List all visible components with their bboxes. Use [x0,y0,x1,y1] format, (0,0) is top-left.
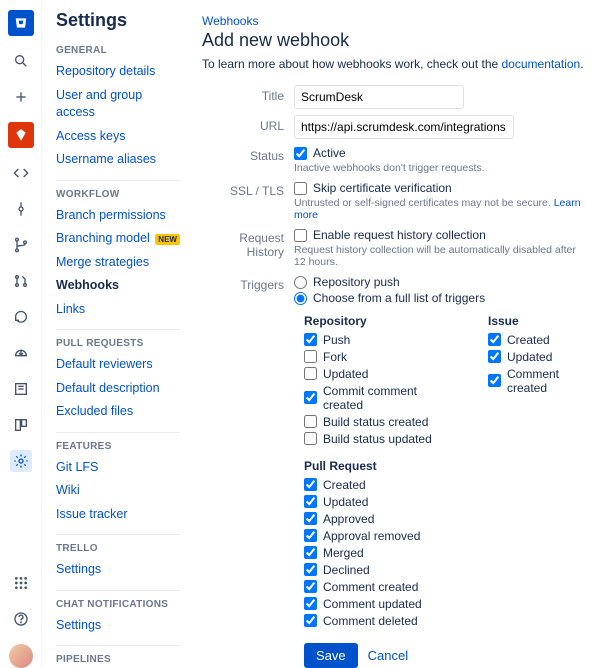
sidebar-group-head: TRELLO [56,543,180,554]
sidebar-group-head: CHAT NOTIFICATIONS [56,599,180,610]
sidebar-item[interactable]: Wiki [56,479,180,503]
bitbucket-logo[interactable] [8,10,34,36]
sidebar-item[interactable]: Repository details [56,60,180,84]
avatar[interactable] [9,644,33,668]
boards-icon[interactable] [10,414,32,436]
sidebar-group-head: PIPELINES [56,654,180,665]
main-content: Webhooks Add new webhook To learn more a… [192,0,600,668]
breadcrumb[interactable]: Webhooks [202,14,586,28]
trigger-checkbox[interactable] [304,597,317,610]
documentation-link[interactable]: documentation [502,57,581,71]
sidebar-item[interactable]: Access keys [56,125,180,149]
trigger-checkbox[interactable] [304,529,317,542]
trigger-checkbox[interactable] [488,374,501,387]
left-rail [0,0,42,668]
trigger-checkbox[interactable] [304,495,317,508]
ssl-label: SSL / TLS [202,180,294,198]
sidebar-item[interactable]: Settings [56,614,180,638]
skip-cert-checkbox[interactable] [294,182,307,195]
search-icon[interactable] [10,50,32,72]
url-label: URL [202,115,294,133]
sidebar-item[interactable]: Links [56,298,180,322]
trigger-push-radio[interactable] [294,276,307,289]
trigger-full-radio[interactable] [294,292,307,305]
url-input[interactable] [294,115,514,139]
history-checkbox[interactable] [294,229,307,242]
trigger-checkbox[interactable] [304,563,317,576]
sidebar-item[interactable]: Excluded files [56,400,180,424]
settings-sidebar: Settings GENERAL Repository detailsUser a… [42,0,192,668]
trigger-checkbox[interactable] [488,333,501,346]
sidebar-item[interactable]: Default description [56,377,180,401]
sidebar-item[interactable]: Branch permissions [56,204,180,228]
trigger-checkbox[interactable] [304,333,317,346]
subhead: To learn more about how webhooks work, c… [202,57,586,71]
form-title: Add new webhook [202,30,586,51]
sidebar-group-head: GENERAL [56,45,180,56]
triggers-label: Triggers [202,274,294,292]
title-label: Title [202,85,294,103]
sidebar-group-head: PULL REQUESTS [56,338,180,349]
sidebar-item[interactable]: Git LFS [56,456,180,480]
sidebar-item[interactable]: Merge strategies [56,251,180,275]
trigger-checkbox[interactable] [304,546,317,559]
sidebar-group-head: WORKFLOW [56,189,180,200]
apps-icon[interactable] [10,572,32,594]
project-gem-icon[interactable] [8,122,34,148]
wiki-icon[interactable] [10,378,32,400]
commits-icon[interactable] [10,198,32,220]
sidebar-item[interactable]: User and group access [56,84,180,125]
trigger-options: Repository PushForkUpdatedCommit comment… [304,314,586,629]
trigger-checkbox[interactable] [304,350,317,363]
sidebar-item[interactable]: Username aliases [56,148,180,172]
trigger-checkbox[interactable] [304,478,317,491]
create-icon[interactable] [10,86,32,108]
trigger-checkbox[interactable] [304,614,317,627]
status-label: Status [202,145,294,163]
sidebar-item[interactable]: Webhooks [56,274,180,298]
sidebar-item[interactable]: Default reviewers [56,353,180,377]
sidebar-item[interactable]: Issue tracker [56,503,180,527]
trigger-checkbox[interactable] [304,432,317,445]
history-label: Request History [202,227,294,259]
settings-icon[interactable] [10,450,32,472]
trigger-checkbox[interactable] [304,580,317,593]
downloads-icon[interactable] [10,342,32,364]
active-checkbox[interactable] [294,147,307,160]
sidebar-item[interactable]: Settings [56,558,180,582]
trigger-checkbox[interactable] [488,350,501,363]
new-badge: NEW [155,234,180,245]
sidebar-item[interactable]: Branching model NEW [56,227,180,251]
help-icon[interactable] [10,608,32,630]
branches-icon[interactable] [10,234,32,256]
cancel-button[interactable]: Cancel [368,648,408,663]
page-title: Settings [56,10,180,31]
save-button[interactable]: Save [304,643,358,668]
trigger-checkbox[interactable] [304,367,317,380]
trigger-checkbox[interactable] [304,512,317,525]
pipelines-icon[interactable] [10,306,32,328]
pullrequests-icon[interactable] [10,270,32,292]
trigger-checkbox[interactable] [304,415,317,428]
trigger-checkbox[interactable] [304,391,317,404]
sidebar-group-head: FEATURES [56,441,180,452]
source-icon[interactable] [10,162,32,184]
title-input[interactable] [294,85,464,109]
